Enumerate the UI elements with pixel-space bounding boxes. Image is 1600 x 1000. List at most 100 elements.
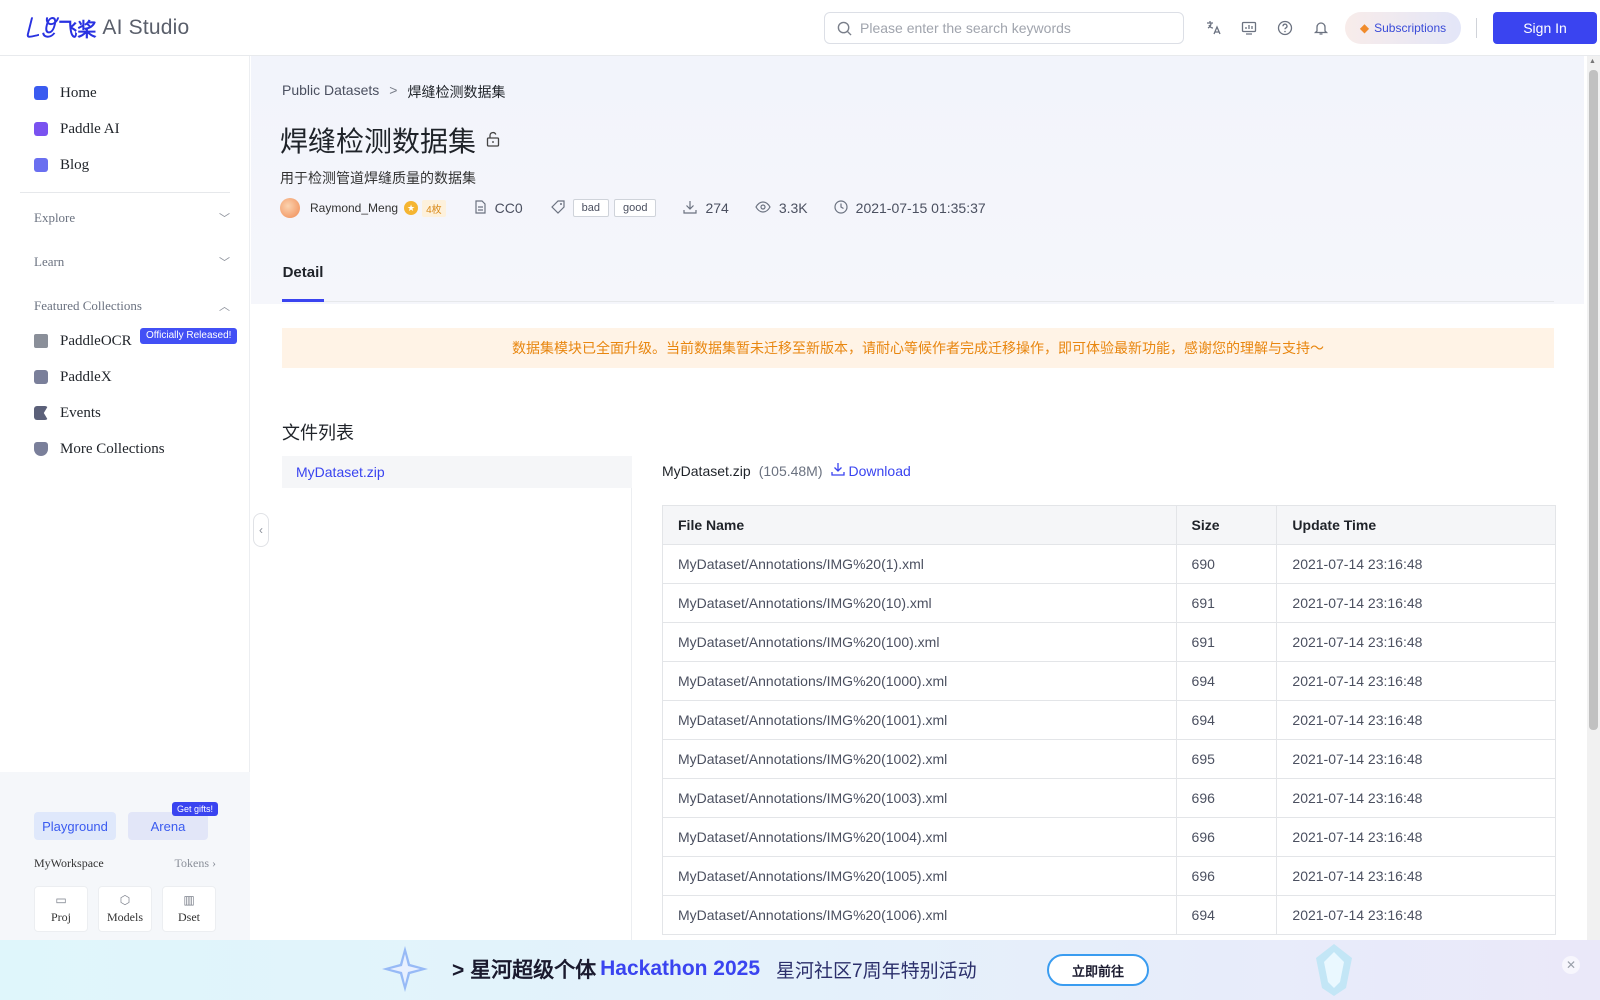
section-learn[interactable]: Learn ﹀ xyxy=(34,251,230,273)
logo[interactable]: ꒒ꆚ 飞桨 AI Studio xyxy=(24,14,190,43)
section-label: Featured Collections xyxy=(34,298,142,313)
bell-icon[interactable] xyxy=(1311,18,1331,38)
workspace-row: MyWorkspace Tokens › xyxy=(34,856,216,871)
scrollbar-thumb[interactable] xyxy=(1589,70,1598,730)
logo-cn-text: 飞桨 xyxy=(58,19,97,41)
column-header-update-time: Update Time xyxy=(1276,505,1556,545)
file-item[interactable]: MyDataset.zip xyxy=(282,456,632,488)
tile-models[interactable]: ⬡ Models xyxy=(98,886,152,932)
cube-icon: ⬡ xyxy=(119,893,131,907)
sidebar-item-more-collections[interactable]: More Collections xyxy=(34,437,165,461)
table-header-row: File Name Size Update Time xyxy=(662,505,1556,545)
sidebar-item-paddleocr[interactable]: PaddleOCR xyxy=(34,329,132,353)
tag-pill[interactable]: good xyxy=(614,199,657,217)
tile-label: Dset xyxy=(178,910,200,924)
cell-file-name: MyDataset/Annotations/IMG%20(1).xml xyxy=(662,544,1177,584)
subscriptions-button[interactable]: ◆ Subscriptions xyxy=(1345,12,1461,44)
promo-banner[interactable]: > 星河超级个体 Hackathon 2025 星河社区7周年特别活动 立即前往… xyxy=(0,940,1600,1000)
top-header: ꒒ꆚ 飞桨 AI Studio ◆ Subscriptions Sign In xyxy=(0,0,1600,56)
cell-file-name: MyDataset/Annotations/IMG%20(1004).xml xyxy=(662,817,1177,857)
table-row: MyDataset/Annotations/IMG%20(1).xml 690 20… xyxy=(662,544,1556,584)
table-row: MyDataset/Annotations/IMG%20(1001).xml 69… xyxy=(662,700,1556,740)
file-list-title: 文件列表 xyxy=(282,423,354,443)
table-row: MyDataset/Annotations/IMG%20(100).xml 691… xyxy=(662,622,1556,662)
tab-detail[interactable]: Detail xyxy=(282,258,324,302)
download-count-icon xyxy=(683,200,698,217)
page-title: 焊缝检测数据集 xyxy=(280,120,500,160)
download-icon xyxy=(830,462,845,479)
tokens-link[interactable]: Tokens › xyxy=(175,856,217,871)
view-count: 3.3K xyxy=(778,200,808,216)
logo-en-text: AI Studio xyxy=(102,16,190,39)
blog-icon xyxy=(34,158,48,172)
sidebar-item-paddlex[interactable]: PaddleX xyxy=(34,365,112,389)
help-icon[interactable] xyxy=(1275,18,1295,38)
search-box[interactable] xyxy=(824,12,1184,44)
license-value: CC0 xyxy=(494,200,523,216)
tag-pill[interactable]: bad xyxy=(572,199,609,217)
section-explore[interactable]: Explore ﹀ xyxy=(34,207,230,229)
chevron-right-icon: › xyxy=(212,856,216,870)
close-icon[interactable]: ✕ xyxy=(1562,956,1580,974)
cell-file-name: MyDataset/Annotations/IMG%20(1000).xml xyxy=(662,661,1177,701)
column-header-file-name: File Name xyxy=(662,505,1177,545)
medal-icon: ★ xyxy=(404,201,419,215)
tile-projects[interactable]: ▭ Proj xyxy=(34,886,88,932)
clock-icon xyxy=(834,199,848,217)
banner-go-button[interactable]: 立即前往 xyxy=(1047,954,1149,986)
author-name[interactable]: Raymond_Meng xyxy=(310,201,398,215)
table-row: MyDataset/Annotations/IMG%20(1004).xml 69… xyxy=(662,817,1556,857)
sidebar-item-events[interactable]: Events xyxy=(34,401,101,425)
arena-button[interactable]: Arena xyxy=(128,812,208,840)
cell-size: 696 xyxy=(1175,817,1278,857)
avatar[interactable] xyxy=(280,198,300,218)
crystal-icon xyxy=(1316,944,1352,996)
dashboard-icon[interactable] xyxy=(1239,18,1259,38)
cell-size: 696 xyxy=(1175,856,1278,896)
translate-icon[interactable] xyxy=(1203,18,1223,38)
license-icon xyxy=(474,199,487,217)
star-icon xyxy=(382,946,428,992)
home-icon xyxy=(34,86,48,100)
download-label: Download xyxy=(848,462,911,479)
sidebar-item-home[interactable]: Home xyxy=(34,81,97,105)
bar-chart-icon: ▥ xyxy=(183,893,195,907)
section-label: Learn xyxy=(34,254,65,269)
cell-file-name: MyDataset/Annotations/IMG%20(1002).xml xyxy=(662,739,1177,779)
sidebar-item-label: Events xyxy=(60,404,101,421)
unlock-icon xyxy=(486,131,500,150)
dataset-meta: Raymond_Meng ★ 4枚 CC0 bad good 274 3.3K … xyxy=(280,194,986,222)
table-row: MyDataset/Annotations/IMG%20(1003).xml 69… xyxy=(662,778,1556,818)
signin-button[interactable]: Sign In xyxy=(1493,12,1597,44)
cell-file-name: MyDataset/Annotations/IMG%20(1003).xml xyxy=(662,778,1177,818)
search-input[interactable] xyxy=(860,20,1160,36)
scroll-up-arrow-icon[interactable]: ▲ xyxy=(1589,58,1596,65)
column-header-size: Size xyxy=(1175,505,1278,545)
cell-file-name: MyDataset/Annotations/IMG%20(1005).xml xyxy=(662,856,1177,896)
tag-icon xyxy=(550,199,565,217)
table-row: MyDataset/Annotations/IMG%20(1005).xml 69… xyxy=(662,856,1556,896)
cell-update-time: 2021-07-14 23:16:48 xyxy=(1276,817,1556,857)
breadcrumb-public-datasets[interactable]: Public Datasets xyxy=(282,82,379,102)
sidebar-item-paddle-ai[interactable]: Paddle AI xyxy=(34,117,120,141)
cell-size: 694 xyxy=(1175,895,1278,935)
tab-bar: Detail xyxy=(282,258,1554,302)
download-count: 274 xyxy=(705,200,729,216)
cell-file-name: MyDataset/Annotations/IMG%20(100).xml xyxy=(662,622,1177,662)
cell-update-time: 2021-07-14 23:16:48 xyxy=(1276,583,1556,623)
tile-datasets[interactable]: ▥ Dset xyxy=(162,886,216,932)
file-table: File Name Size Update Time MyDataset/Ann… xyxy=(662,505,1556,935)
sidebar-item-blog[interactable]: Blog xyxy=(34,153,89,177)
cell-size: 696 xyxy=(1175,778,1278,818)
cell-update-time: 2021-07-14 23:16:48 xyxy=(1276,700,1556,740)
download-link[interactable]: Download xyxy=(830,462,911,479)
section-featured-collections[interactable]: Featured Collections ︿ xyxy=(34,295,230,317)
cell-size: 694 xyxy=(1175,700,1278,740)
banner-hackathon: Hackathon 2025 xyxy=(600,957,761,980)
paddle-ai-icon xyxy=(34,122,48,136)
sidebar-item-label: Blog xyxy=(60,156,90,173)
cell-file-name: MyDataset/Annotations/IMG%20(1001).xml xyxy=(662,700,1177,740)
cell-update-time: 2021-07-14 23:16:48 xyxy=(1276,895,1556,935)
chevron-down-icon: ﹀ xyxy=(219,257,230,269)
playground-button[interactable]: Playground xyxy=(34,812,116,840)
